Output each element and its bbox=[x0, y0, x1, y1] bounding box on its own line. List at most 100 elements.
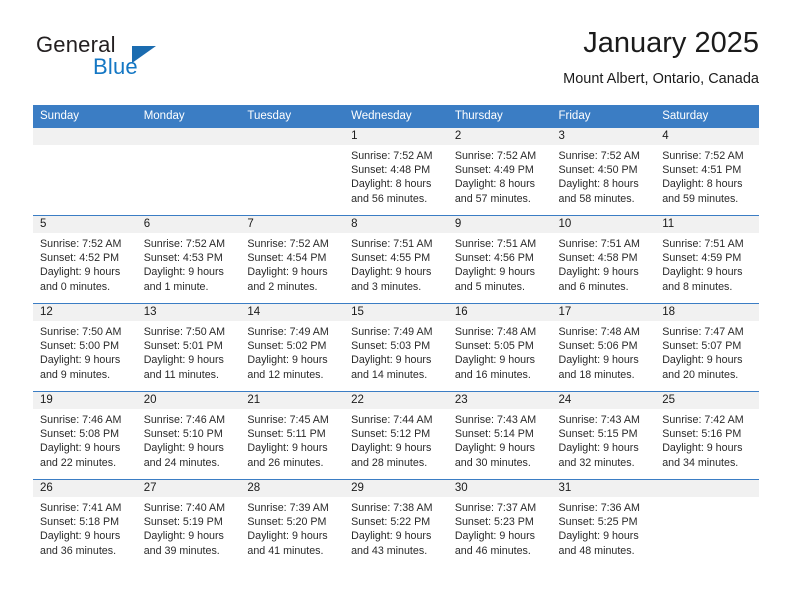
calendar-day-cell[interactable]: 23 Sunrise: 7:43 AM Sunset: 5:14 PM Dayligh… bbox=[447, 391, 552, 480]
day-number bbox=[655, 480, 759, 497]
day-number: 12 bbox=[33, 304, 137, 321]
calendar-week-row: 1 Sunrise: 7:52 AM Sunset: 4:48 PM Daylight… bbox=[33, 127, 759, 216]
daylight-duration-line2: and 11 minutes. bbox=[143, 368, 219, 381]
calendar-day-cell[interactable]: 30 Sunrise: 7:37 AM Sunset: 5:23 PM Dayligh… bbox=[447, 479, 552, 568]
sunrise-time: Sunrise: 7:52 AM bbox=[558, 150, 640, 162]
calendar-day-cell[interactable]: 29 Sunrise: 7:38 AM Sunset: 5:22 PM Dayligh… bbox=[344, 479, 448, 568]
sunset-time: Sunset: 4:50 PM bbox=[558, 164, 638, 177]
sunset-time: Sunset: 5:07 PM bbox=[662, 340, 742, 353]
sunrise-time: Sunrise: 7:45 AM bbox=[247, 414, 329, 426]
day-number: 13 bbox=[136, 304, 241, 321]
sunrise-time: Sunrise: 7:52 AM bbox=[247, 238, 329, 250]
calendar-day-cell[interactable]: 9 Sunrise: 7:51 AM Sunset: 4:56 PM Daylight… bbox=[447, 215, 552, 304]
daylight-duration-line2: and 2 minutes. bbox=[247, 280, 318, 293]
calendar-day-cell[interactable]: 19 Sunrise: 7:46 AM Sunset: 5:08 PM Dayligh… bbox=[33, 391, 137, 480]
sunrise-sunset-calendar: Sunday Monday Tuesday Wednesday Thursday… bbox=[33, 105, 759, 568]
daylight-duration-line2: and 36 minutes. bbox=[40, 544, 117, 557]
daylight-duration-line1: Daylight: 9 hours bbox=[454, 442, 536, 455]
sunset-time: Sunset: 4:53 PM bbox=[143, 252, 223, 265]
calendar-day-cell[interactable]: 17 Sunrise: 7:48 AM Sunset: 5:06 PM Dayligh… bbox=[551, 303, 656, 392]
day-details: Sunrise: 7:47 AM Sunset: 5:07 PM Daylight:… bbox=[655, 321, 759, 382]
sunset-time: Sunset: 4:54 PM bbox=[247, 252, 327, 265]
daylight-duration-line2: and 0 minutes. bbox=[40, 280, 111, 293]
day-details: Sunrise: 7:38 AM Sunset: 5:22 PM Daylight:… bbox=[344, 497, 448, 558]
day-details: Sunrise: 7:50 AM Sunset: 5:00 PM Daylight:… bbox=[33, 321, 137, 382]
sunrise-time: Sunrise: 7:37 AM bbox=[454, 502, 537, 514]
weekday-header-thursday: Thursday bbox=[447, 105, 552, 128]
sunset-time: Sunset: 5:23 PM bbox=[454, 516, 534, 529]
calendar-day-cell[interactable]: 8 Sunrise: 7:51 AM Sunset: 4:55 PM Daylight… bbox=[344, 215, 448, 304]
sunrise-time: Sunrise: 7:43 AM bbox=[558, 414, 640, 426]
calendar-day-cell[interactable]: 25 Sunrise: 7:42 AM Sunset: 5:16 PM Dayligh… bbox=[655, 391, 759, 480]
daylight-duration-line1: Daylight: 9 hours bbox=[40, 530, 121, 543]
calendar-page: General Blue January 2025 Mount Albert, … bbox=[0, 0, 792, 612]
calendar-day-cell[interactable]: 1 Sunrise: 7:52 AM Sunset: 4:48 PM Daylight… bbox=[344, 127, 448, 216]
daylight-duration-line1: Daylight: 9 hours bbox=[558, 354, 639, 367]
calendar-week-row: 26 Sunrise: 7:41 AM Sunset: 5:18 PM Dayligh… bbox=[33, 479, 759, 568]
calendar-day-cell[interactable]: 4 Sunrise: 7:52 AM Sunset: 4:51 PM Daylight… bbox=[655, 127, 759, 216]
day-number: 10 bbox=[551, 216, 656, 233]
day-number: 28 bbox=[240, 480, 345, 497]
calendar-day-cell[interactable]: 13 Sunrise: 7:50 AM Sunset: 5:01 PM Dayligh… bbox=[136, 303, 241, 392]
day-number: 21 bbox=[240, 392, 345, 409]
daylight-duration-line2: and 20 minutes. bbox=[662, 368, 739, 381]
sunrise-time: Sunrise: 7:52 AM bbox=[662, 150, 744, 162]
logo-text-blue: Blue bbox=[93, 54, 138, 79]
calendar-day-cell[interactable]: 21 Sunrise: 7:45 AM Sunset: 5:11 PM Dayligh… bbox=[240, 391, 345, 480]
calendar-day-cell[interactable]: 26 Sunrise: 7:41 AM Sunset: 5:18 PM Dayligh… bbox=[33, 479, 137, 568]
day-number: 25 bbox=[655, 392, 759, 409]
calendar-day-cell[interactable]: 11 Sunrise: 7:51 AM Sunset: 4:59 PM Dayligh… bbox=[655, 215, 759, 304]
daylight-duration-line2: and 30 minutes. bbox=[454, 456, 531, 469]
calendar-day-cell[interactable]: 10 Sunrise: 7:51 AM Sunset: 4:58 PM Dayligh… bbox=[551, 215, 656, 304]
calendar-day-cell[interactable]: 31 Sunrise: 7:36 AM Sunset: 5:25 PM Dayligh… bbox=[551, 479, 656, 568]
daylight-duration-line1: Daylight: 9 hours bbox=[143, 530, 224, 543]
sunrise-time: Sunrise: 7:50 AM bbox=[40, 326, 122, 338]
day-number: 17 bbox=[551, 304, 656, 321]
calendar-day-cell[interactable]: 2 Sunrise: 7:52 AM Sunset: 4:49 PM Daylight… bbox=[447, 127, 552, 216]
calendar-day-cell[interactable]: 14 Sunrise: 7:49 AM Sunset: 5:02 PM Dayligh… bbox=[240, 303, 345, 392]
calendar-day-cell[interactable]: 28 Sunrise: 7:39 AM Sunset: 5:20 PM Dayligh… bbox=[240, 479, 345, 568]
daylight-duration-line1: Daylight: 9 hours bbox=[40, 266, 121, 279]
calendar-day-cell[interactable]: 15 Sunrise: 7:49 AM Sunset: 5:03 PM Dayligh… bbox=[344, 303, 448, 392]
daylight-duration-line1: Daylight: 8 hours bbox=[662, 178, 743, 191]
sunset-time: Sunset: 5:11 PM bbox=[247, 428, 326, 441]
daylight-duration-line2: and 22 minutes. bbox=[40, 456, 117, 469]
daylight-duration-line1: Daylight: 8 hours bbox=[454, 178, 536, 191]
day-details: Sunrise: 7:52 AM Sunset: 4:48 PM Daylight:… bbox=[344, 145, 448, 206]
calendar-day-cell-empty bbox=[136, 127, 241, 216]
daylight-duration-line1: Daylight: 9 hours bbox=[143, 266, 224, 279]
weekday-header-saturday: Saturday bbox=[655, 105, 759, 128]
sunset-time: Sunset: 4:48 PM bbox=[351, 164, 431, 177]
general-blue-logo[interactable]: General Blue bbox=[33, 32, 233, 88]
daylight-duration-line1: Daylight: 8 hours bbox=[351, 178, 432, 191]
day-details: Sunrise: 7:52 AM Sunset: 4:49 PM Daylight:… bbox=[448, 145, 552, 206]
sunset-time: Sunset: 5:18 PM bbox=[40, 516, 120, 529]
day-number bbox=[136, 128, 241, 145]
sunrise-time: Sunrise: 7:52 AM bbox=[143, 238, 226, 250]
daylight-duration-line2: and 48 minutes. bbox=[558, 544, 635, 557]
day-details: Sunrise: 7:46 AM Sunset: 5:08 PM Daylight:… bbox=[33, 409, 137, 470]
calendar-day-cell[interactable]: 18 Sunrise: 7:47 AM Sunset: 5:07 PM Dayligh… bbox=[655, 303, 759, 392]
calendar-day-cell[interactable]: 22 Sunrise: 7:44 AM Sunset: 5:12 PM Dayligh… bbox=[344, 391, 448, 480]
daylight-duration-line1: Daylight: 9 hours bbox=[454, 266, 536, 279]
day-number: 15 bbox=[344, 304, 448, 321]
day-number bbox=[240, 128, 345, 145]
daylight-duration-line1: Daylight: 8 hours bbox=[558, 178, 639, 191]
calendar-day-cell[interactable]: 24 Sunrise: 7:43 AM Sunset: 5:15 PM Dayligh… bbox=[551, 391, 656, 480]
calendar-day-cell[interactable]: 27 Sunrise: 7:40 AM Sunset: 5:19 PM Dayligh… bbox=[136, 479, 241, 568]
daylight-duration-line2: and 18 minutes. bbox=[558, 368, 635, 381]
calendar-day-cell[interactable]: 12 Sunrise: 7:50 AM Sunset: 5:00 PM Dayligh… bbox=[33, 303, 137, 392]
calendar-day-cell[interactable]: 6 Sunrise: 7:52 AM Sunset: 4:53 PM Daylight… bbox=[136, 215, 241, 304]
weekday-header-friday: Friday bbox=[551, 105, 656, 128]
day-number: 8 bbox=[344, 216, 448, 233]
calendar-day-cell[interactable]: 3 Sunrise: 7:52 AM Sunset: 4:50 PM Daylight… bbox=[551, 127, 656, 216]
daylight-duration-line1: Daylight: 9 hours bbox=[558, 266, 639, 279]
calendar-day-cell[interactable]: 7 Sunrise: 7:52 AM Sunset: 4:54 PM Daylight… bbox=[240, 215, 345, 304]
daylight-duration-line1: Daylight: 9 hours bbox=[351, 442, 432, 455]
calendar-week-row: 19 Sunrise: 7:46 AM Sunset: 5:08 PM Dayligh… bbox=[33, 391, 759, 480]
calendar-day-cell[interactable]: 5 Sunrise: 7:52 AM Sunset: 4:52 PM Daylight… bbox=[33, 215, 137, 304]
daylight-duration-line1: Daylight: 9 hours bbox=[662, 266, 743, 279]
calendar-week-row: 12 Sunrise: 7:50 AM Sunset: 5:00 PM Dayligh… bbox=[33, 303, 759, 392]
calendar-day-cell[interactable]: 16 Sunrise: 7:48 AM Sunset: 5:05 PM Dayligh… bbox=[447, 303, 552, 392]
calendar-day-cell[interactable]: 20 Sunrise: 7:46 AM Sunset: 5:10 PM Dayligh… bbox=[136, 391, 241, 480]
